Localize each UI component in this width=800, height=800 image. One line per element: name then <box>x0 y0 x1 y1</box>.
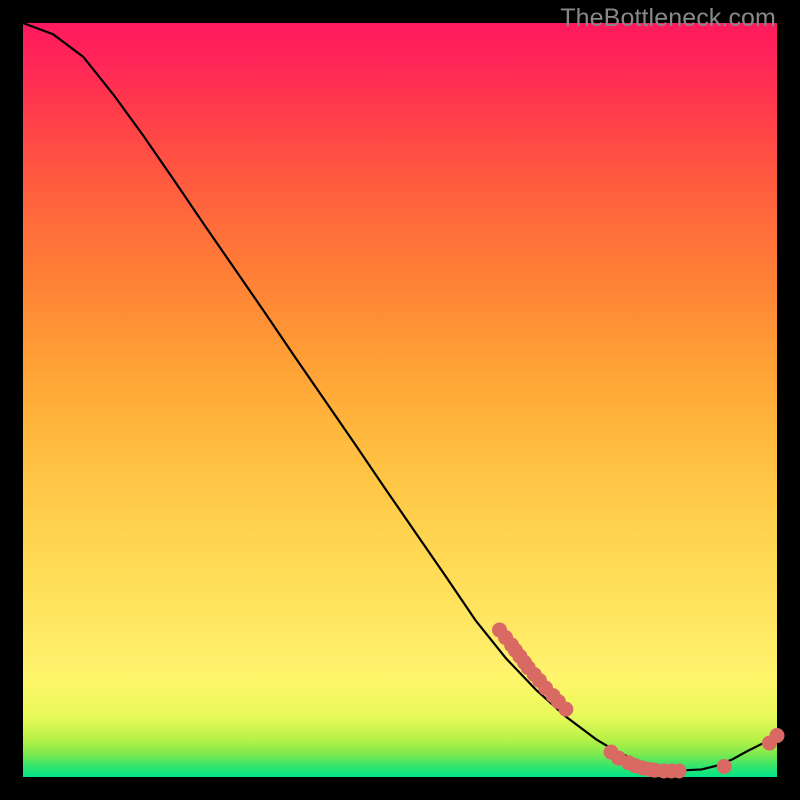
chart-stage: TheBottleneck.com <box>0 0 800 800</box>
chart-marker <box>770 728 785 743</box>
watermark-text: TheBottleneck.com <box>560 4 776 33</box>
chart-overlay <box>23 23 777 777</box>
chart-marker <box>671 763 686 778</box>
chart-marker <box>717 759 732 774</box>
chart-marker <box>558 702 573 717</box>
chart-line-series <box>23 23 777 770</box>
